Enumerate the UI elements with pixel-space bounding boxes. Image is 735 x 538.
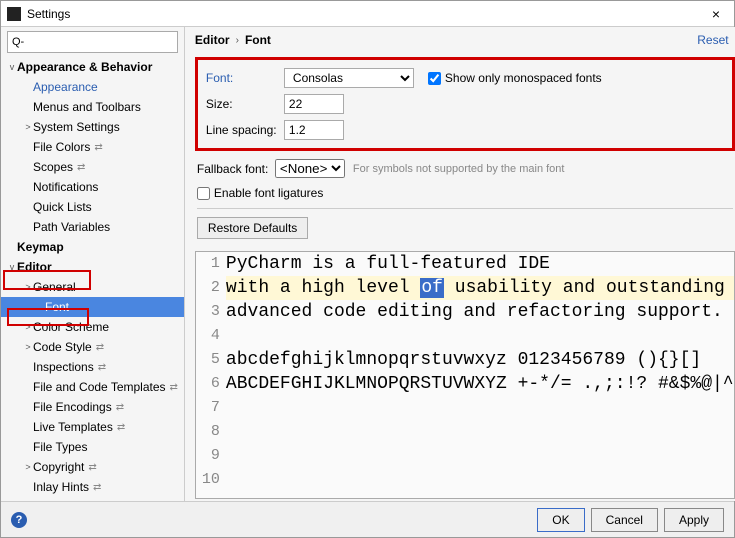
sidebar-item-code-style[interactable]: >Code Style ⇄ [1,337,184,357]
ligatures-checkbox[interactable] [197,187,210,200]
sidebar-item-appearance[interactable]: Appearance [1,77,184,97]
sidebar-item-inlay-hints[interactable]: Inlay Hints ⇄ [1,477,184,497]
crumb-font: Font [245,33,271,47]
sidebar-item-label: Font [45,300,69,314]
fallback-label: Fallback font: [197,162,275,176]
sidebar-item-label: Live Templates [33,420,113,434]
sidebar-item-label: Color Scheme [33,320,109,334]
content-pane: Editor › Font Reset Font: Consolas Show … [185,27,735,501]
sync-icon: ⇄ [116,402,124,413]
fallback-hint: For symbols not supported by the main fo… [353,163,565,175]
sidebar-item-copyright[interactable]: >Copyright ⇄ [1,457,184,477]
search-input[interactable] [7,31,178,53]
sidebar-item-emmet[interactable]: Emmet [1,497,184,501]
sidebar-item-live-templates[interactable]: Live Templates ⇄ [1,417,184,437]
sidebar-item-file-encodings[interactable]: File Encodings ⇄ [1,397,184,417]
ok-button[interactable]: OK [537,508,584,532]
dialog-footer: ? OK Cancel Apply [1,501,734,537]
chevron-icon: v [7,62,17,72]
sidebar-item-file-types[interactable]: File Types [1,437,184,457]
sidebar-item-label: File Colors [33,140,90,154]
chevron-icon: > [23,462,33,472]
reset-link[interactable]: Reset [697,33,734,47]
sidebar-item-keymap[interactable]: Keymap [1,237,184,257]
settings-tree[interactable]: vAppearance & BehaviorAppearanceMenus an… [1,57,184,501]
sidebar-item-label: Notifications [33,180,98,194]
sidebar-item-label: System Settings [33,120,120,134]
restore-defaults-button[interactable]: Restore Defaults [197,217,308,239]
fallback-select[interactable]: <None> [275,159,345,178]
sidebar-item-label: Copyright [33,460,84,474]
close-icon[interactable]: × [704,6,728,22]
font-preview: 1PyCharm is a full-featured IDE 2with a … [195,251,735,499]
chevron-icon: > [23,122,33,132]
sidebar-item-label: Quick Lists [33,200,92,214]
search-container [1,27,184,57]
font-label[interactable]: Font: [206,71,284,85]
sync-icon: ⇄ [93,482,101,493]
sidebar-item-label: Inspections [33,360,94,374]
font-select[interactable]: Consolas [284,68,414,88]
sidebar-item-general[interactable]: >General [1,277,184,297]
show-monospaced-label: Show only monospaced fonts [445,71,602,85]
sidebar-item-font[interactable]: Font [1,297,184,317]
sidebar-item-label: Path Variables [33,220,110,234]
sidebar-item-label: Emmet [33,500,71,501]
sidebar-item-inspections[interactable]: Inspections ⇄ [1,357,184,377]
sidebar-item-appearance-behavior[interactable]: vAppearance & Behavior [1,57,184,77]
sidebar-item-label: Code Style [33,340,92,354]
sidebar-item-menus-and-toolbars[interactable]: Menus and Toolbars [1,97,184,117]
sidebar-item-notifications[interactable]: Notifications [1,177,184,197]
sync-icon: ⇄ [88,462,96,473]
sidebar-item-label: Editor [17,260,52,274]
sync-icon: ⇄ [98,362,106,373]
sync-icon: ⇄ [94,142,102,153]
sidebar-item-label: File Encodings [33,400,112,414]
sidebar-item-system-settings[interactable]: >System Settings [1,117,184,137]
size-label: Size: [206,97,284,111]
sidebar-item-editor[interactable]: vEditor [1,257,184,277]
titlebar: Settings × [1,1,734,27]
crumb-editor[interactable]: Editor [195,33,230,47]
sync-icon: ⇄ [77,162,85,173]
sidebar-item-quick-lists[interactable]: Quick Lists [1,197,184,217]
sidebar-item-file-colors[interactable]: File Colors ⇄ [1,137,184,157]
breadcrumb: Editor › Font Reset [185,27,735,53]
ligatures-label: Enable font ligatures [214,186,323,200]
window-title: Settings [27,7,704,21]
size-input[interactable] [284,94,344,114]
chevron-icon: v [7,262,17,272]
divider [197,208,733,209]
sidebar-item-file-and-code-templates[interactable]: File and Code Templates ⇄ [1,377,184,397]
chevron-right-icon: › [236,35,239,46]
sidebar-item-label: File Types [33,440,87,454]
chevron-icon: > [23,282,33,292]
apply-button[interactable]: Apply [664,508,724,532]
sidebar-item-label: Keymap [17,240,64,254]
sync-icon: ⇄ [96,342,104,353]
sidebar: vAppearance & BehaviorAppearanceMenus an… [1,27,185,501]
cancel-button[interactable]: Cancel [591,508,658,532]
sidebar-item-label: Appearance [33,80,98,94]
highlight-form: Font: Consolas Show only monospaced font… [195,57,735,151]
sidebar-item-label: Appearance & Behavior [17,60,152,74]
sidebar-item-color-scheme[interactable]: >Color Scheme [1,317,184,337]
chevron-icon: > [23,342,33,352]
chevron-icon: > [23,322,33,332]
sync-icon: ⇄ [170,382,178,393]
app-icon [7,7,21,21]
sidebar-item-label: File and Code Templates [33,380,166,394]
sidebar-item-path-variables[interactable]: Path Variables [1,217,184,237]
show-monospaced-checkbox[interactable] [428,72,441,85]
sidebar-item-label: General [33,280,76,294]
sync-icon: ⇄ [117,422,125,433]
sidebar-item-scopes[interactable]: Scopes ⇄ [1,157,184,177]
linespacing-label: Line spacing: [206,123,284,137]
sidebar-item-label: Menus and Toolbars [33,100,141,114]
linespacing-input[interactable] [284,120,344,140]
sidebar-item-label: Inlay Hints [33,480,89,494]
sidebar-item-label: Scopes [33,160,73,174]
help-icon[interactable]: ? [11,512,27,528]
